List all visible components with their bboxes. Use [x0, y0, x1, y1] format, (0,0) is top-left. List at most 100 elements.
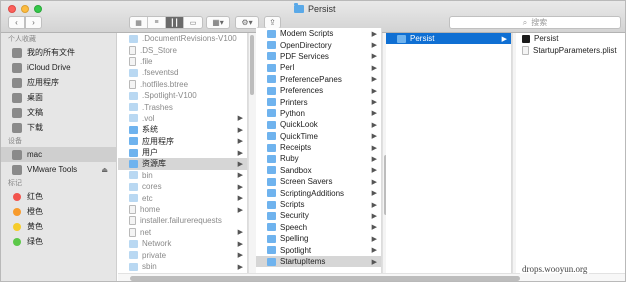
file-row[interactable]: Screen Savers ▶ [256, 176, 381, 187]
cover-flow-view-button[interactable]: ▭ [184, 17, 202, 28]
file-row[interactable]: .Spotlight-V100 [118, 90, 247, 101]
file-row[interactable]: sbin ▶ [118, 261, 247, 272]
file-row[interactable]: OpenDirectory ▶ [256, 39, 381, 50]
file-name: Receipts [280, 143, 312, 153]
close-button[interactable] [8, 5, 16, 13]
folder-icon [267, 98, 276, 107]
sidebar-item-mac[interactable]: mac [1, 147, 116, 162]
sidebar-item-documents[interactable]: 文稿 [1, 105, 116, 120]
horizontal-scrollbar[interactable] [118, 273, 625, 281]
file-name: bin [142, 170, 153, 180]
icon-view-button[interactable]: ▦ [130, 17, 148, 28]
file-row[interactable]: private ▶ [118, 249, 247, 260]
file-row[interactable]: Perl ▶ [256, 62, 381, 73]
file-name: 资源库 [142, 159, 166, 169]
file-name: .DS_Store [140, 45, 177, 55]
disclosure-arrow-icon: ▶ [237, 229, 243, 237]
file-row[interactable]: Modem Scripts ▶ [256, 28, 381, 39]
downloads-icon [12, 122, 22, 133]
disclosure-arrow-icon: ▶ [237, 126, 243, 134]
file-name: sbin [142, 262, 157, 271]
file-row[interactable]: .DS_Store [118, 44, 247, 55]
file-row[interactable]: Spelling ▶ [256, 233, 381, 244]
forward-button[interactable]: › [25, 16, 42, 29]
folder-icon [267, 120, 276, 129]
file-row[interactable]: Security ▶ [256, 210, 381, 221]
document-icon [522, 45, 529, 55]
file-row[interactable]: ScriptingAdditions ▶ [256, 187, 381, 198]
search-field[interactable]: ⌕ 搜索 [449, 16, 621, 29]
eject-icon[interactable]: ⏏ [101, 166, 108, 174]
sidebar-item-label: VMware Tools [27, 165, 78, 174]
sidebar-item-all-files[interactable]: 我的所有文件 [1, 45, 116, 60]
file-row[interactable]: .file [118, 56, 247, 67]
folder-icon [267, 166, 276, 175]
back-button[interactable]: ‹ [8, 16, 25, 29]
file-row[interactable]: .DocumentRevisions-V100 [118, 33, 247, 44]
watermark: drops.wooyun.org [520, 264, 590, 274]
file-row[interactable]: Spotlight ▶ [256, 244, 381, 255]
zoom-button[interactable] [34, 5, 42, 13]
file-row[interactable]: Receipts ▶ [256, 142, 381, 153]
file-row[interactable]: Persist [516, 33, 625, 44]
file-row[interactable]: QuickLook ▶ [256, 119, 381, 130]
file-row[interactable]: .Trashes [118, 101, 247, 112]
file-name: Spotlight [280, 245, 312, 255]
file-name: StartupParameters.plist [533, 45, 617, 55]
file-row[interactable]: Speech ▶ [256, 222, 381, 233]
file-row[interactable]: 用户 ▶ [118, 147, 247, 158]
file-row[interactable]: 应用程序 ▶ [118, 136, 247, 147]
file-row[interactable]: QuickTime ▶ [256, 131, 381, 142]
column-scrollbar[interactable] [250, 35, 254, 95]
arrange-button[interactable]: ▦▾ [206, 16, 230, 29]
file-row[interactable]: .hotfiles.btree [118, 79, 247, 90]
file-name: Perl [280, 63, 295, 73]
folder-icon [129, 137, 138, 146]
file-row[interactable]: .fseventsd [118, 67, 247, 78]
sidebar-item-tag-yellow[interactable]: 黄色 [1, 219, 116, 234]
folder-icon [129, 194, 138, 203]
file-row[interactable]: .vol ▶ [118, 113, 247, 124]
file-row[interactable]: home ▶ [118, 204, 247, 215]
file-row[interactable]: Ruby ▶ [256, 153, 381, 164]
file-row[interactable]: net ▶ [118, 227, 247, 238]
sidebar-item-tag-orange[interactable]: 橙色 [1, 204, 116, 219]
disclosure-arrow-icon: ▶ [371, 76, 377, 84]
sidebar-item-icloud-drive[interactable]: iCloud Drive [1, 60, 116, 75]
file-row[interactable]: PDF Services ▶ [256, 51, 381, 62]
disclosure-arrow-icon: ▶ [371, 110, 377, 118]
grid-icon: ▦▾ [212, 18, 224, 27]
file-name: cores [142, 182, 162, 192]
file-row[interactable]: StartupItems ▶ [256, 255, 381, 268]
file-row[interactable]: etc ▶ [118, 192, 247, 203]
file-row[interactable]: Persist ▶ [386, 33, 511, 45]
list-view-button[interactable]: ≡ [148, 17, 166, 28]
file-row[interactable]: installer.failurerequests [118, 215, 247, 226]
sidebar-item-tag-green[interactable]: 绿色 [1, 234, 116, 249]
file-row[interactable]: Sandbox ▶ [256, 165, 381, 176]
file-row[interactable]: Python ▶ [256, 108, 381, 119]
minimize-button[interactable] [21, 5, 29, 13]
file-name: .Spotlight-V100 [142, 91, 197, 101]
disclosure-arrow-icon: ▶ [371, 247, 377, 255]
folder-icon [129, 114, 138, 123]
file-row[interactable]: bin ▶ [118, 170, 247, 181]
sidebar-item-tag-red[interactable]: 红色 [1, 189, 116, 204]
sidebar-item-downloads[interactable]: 下载 [1, 120, 116, 135]
sidebar-item-vmware-tools[interactable]: VMware Tools ⏏ [1, 162, 116, 177]
horizontal-scroll-thumb[interactable] [130, 276, 520, 281]
file-row[interactable]: StartupParameters.plist [516, 44, 625, 55]
file-row[interactable]: Preferences ▶ [256, 85, 381, 96]
sidebar-item-desktop[interactable]: 桌面 [1, 90, 116, 105]
file-row[interactable]: Scripts ▶ [256, 199, 381, 210]
column-view-button[interactable]: ┃┃ [166, 17, 184, 28]
file-row[interactable]: 系统 ▶ [118, 124, 247, 135]
sidebar-item-applications[interactable]: 应用程序 [1, 75, 116, 90]
file-row[interactable]: PreferencePanes ▶ [256, 74, 381, 85]
file-row[interactable]: Printers ▶ [256, 96, 381, 107]
sidebar-item-label: 黄色 [27, 222, 43, 231]
file-row[interactable]: 资源库 ▶ [118, 158, 247, 170]
file-row[interactable]: cores ▶ [118, 181, 247, 192]
disclosure-arrow-icon: ▶ [237, 172, 243, 180]
file-row[interactable]: Network ▶ [118, 238, 247, 249]
